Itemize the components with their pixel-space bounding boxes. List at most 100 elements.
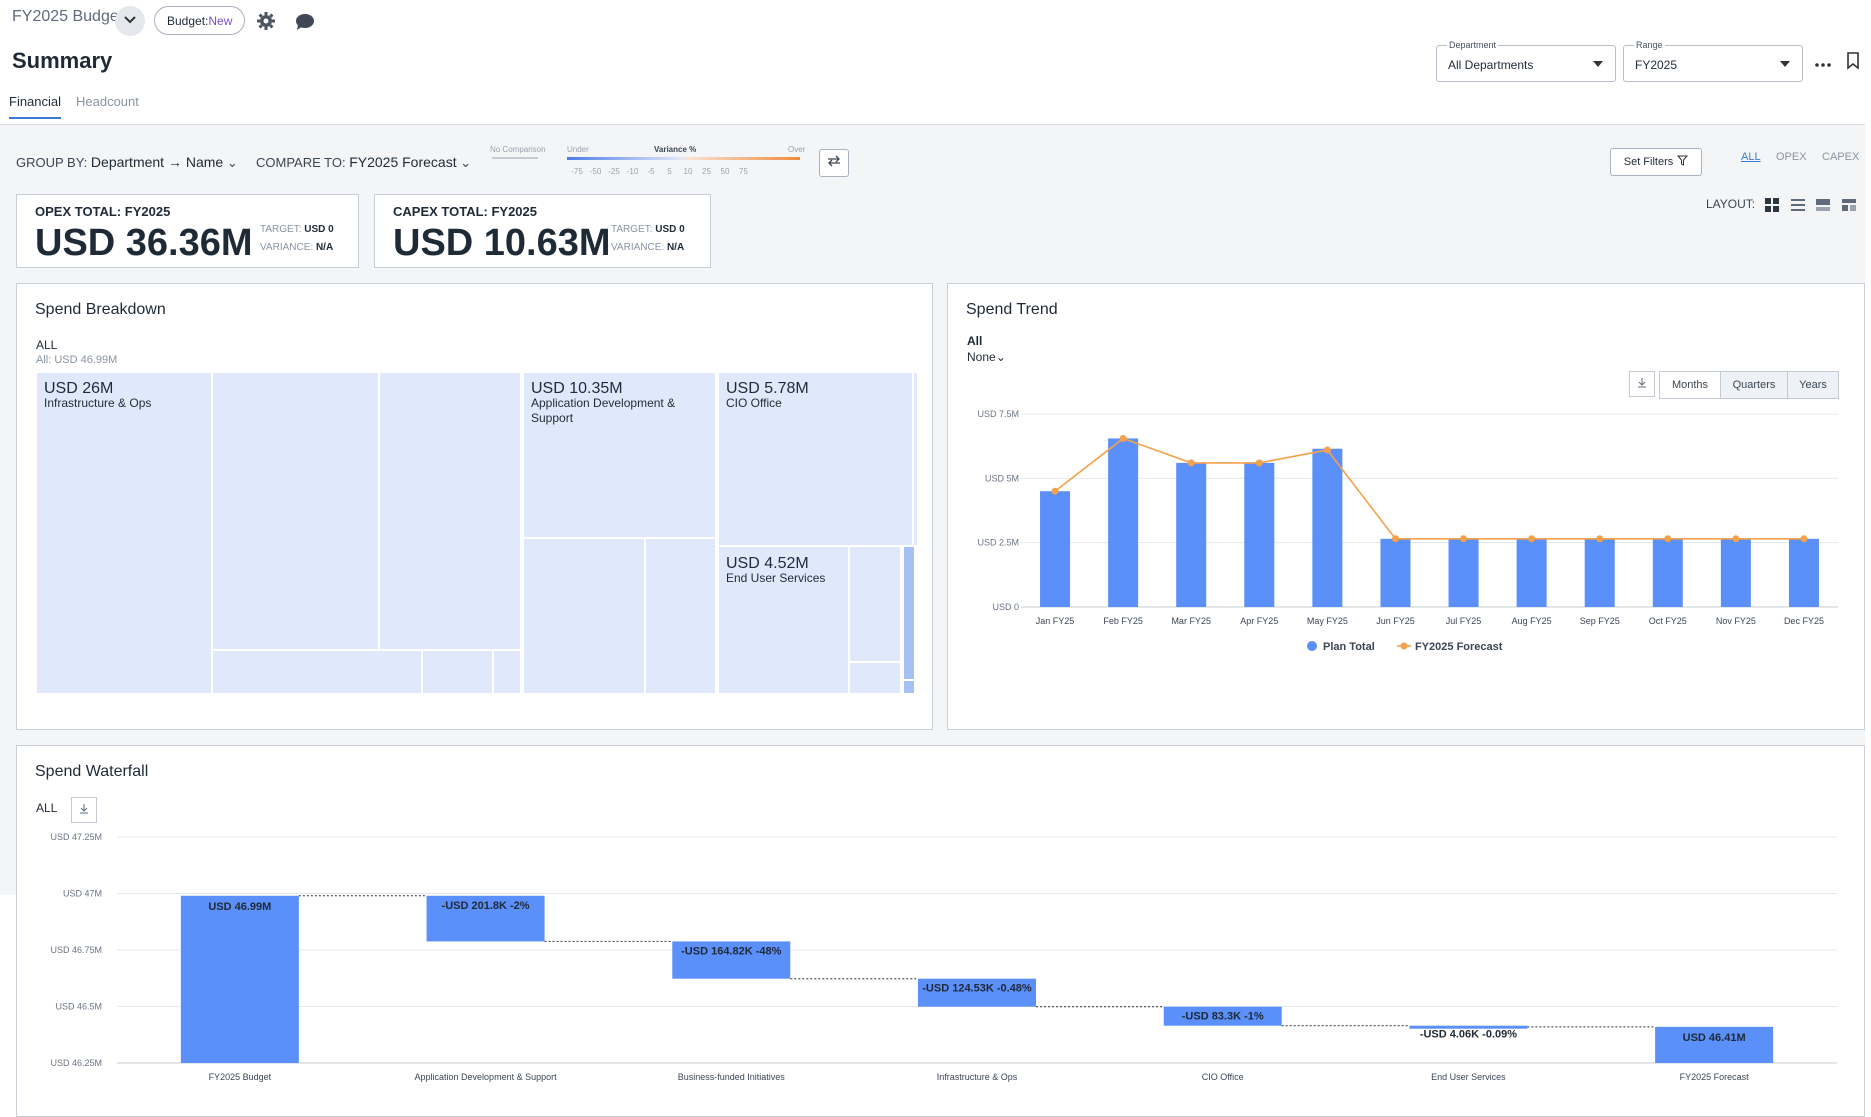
treemap-tile[interactable] — [379, 372, 521, 650]
x-tick-label: Dec FY25 — [1784, 616, 1824, 626]
spend-waterfall-panel: Spend Waterfall ALL USD 46.25M USD 46.5M U… — [16, 745, 1865, 1117]
forecast-point — [1596, 535, 1604, 543]
x-tick-label: Aug FY25 — [1512, 616, 1552, 626]
kpi-target: TARGET: USD 0 — [260, 224, 334, 235]
y-tick-label: USD 47.25M — [50, 832, 102, 842]
page-title: Summary — [12, 48, 113, 73]
layout-grid-icon[interactable] — [1765, 198, 1779, 217]
over-label: Over — [788, 145, 806, 154]
layout-stacked-icon[interactable] — [1816, 199, 1830, 217]
scope-capex[interactable]: CAPEX — [1822, 151, 1859, 163]
bookmark-icon[interactable] — [1846, 52, 1860, 75]
department-label: Department — [1447, 40, 1499, 50]
treemap-tile[interactable] — [212, 650, 422, 694]
group-by-control[interactable]: GROUP BY: Department → Name ⌄ — [16, 154, 238, 171]
kpi-variance: VARIANCE: N/A — [611, 242, 685, 253]
trend-bar — [1516, 538, 1547, 607]
x-tick-label: Infrastructure & Ops — [937, 1072, 1018, 1082]
x-tick-label: FY2025 Budget — [209, 1072, 272, 1082]
department-select[interactable]: Department All Departments — [1436, 40, 1616, 82]
treemap-tile[interactable] — [849, 546, 901, 662]
x-tick-label: Mar FY25 — [1171, 616, 1211, 626]
variance-title: Variance % — [654, 145, 696, 154]
treemap-tile[interactable] — [493, 650, 521, 694]
treemap-tile[interactable] — [903, 680, 915, 694]
variance-tick: 10 — [684, 167, 693, 176]
trend-bar — [1176, 462, 1207, 607]
forecast-point — [1732, 535, 1740, 543]
trend-bar — [1244, 462, 1275, 607]
tab-financial[interactable]: Financial — [9, 94, 62, 119]
scope-all[interactable]: ALL — [1741, 151, 1761, 163]
group-by-value: Department → Name — [90, 154, 224, 170]
more-icon[interactable] — [1815, 55, 1831, 73]
legend-plan-label: Plan Total — [1323, 641, 1375, 653]
breadcrumb[interactable]: ALL — [36, 338, 57, 352]
set-filters-button[interactable]: Set Filters — [1610, 148, 1702, 176]
swap-button[interactable] — [819, 149, 849, 177]
scope-opex[interactable]: OPEX — [1776, 151, 1807, 163]
variance-legend: No Comparison Under Variance % Over -75-… — [490, 144, 810, 184]
waterfall-bar — [180, 895, 299, 1063]
treemap-tile[interactable] — [849, 662, 901, 694]
x-tick-label: May FY25 — [1307, 616, 1348, 626]
kpi-title: CAPEX TOTAL: FY2025 — [393, 204, 537, 219]
budget-name: FY2025 Budget — [12, 8, 124, 25]
waterfall-bar-label: USD 46.41M — [1683, 1032, 1746, 1044]
treemap-tile-infra[interactable] — [36, 372, 212, 694]
treemap-tile[interactable] — [903, 546, 915, 680]
spend-trend-panel: Spend Trend All None⌄ Months Quarters Ye… — [947, 283, 1865, 730]
chevron-down-icon: ⌄ — [460, 155, 472, 170]
forecast-point — [1664, 535, 1672, 543]
forecast-point — [1323, 446, 1331, 454]
badge-status: New — [208, 13, 233, 28]
kpi-title: OPEX TOTAL: FY2025 — [35, 204, 171, 219]
x-tick-label: Jul FY25 — [1446, 616, 1482, 626]
trend-bar — [1584, 538, 1615, 607]
x-tick-label: Jan FY25 — [1036, 616, 1075, 626]
x-tick-label: Nov FY25 — [1716, 616, 1756, 626]
x-tick-label: Business-funded Initiatives — [678, 1072, 786, 1082]
badge-prefix: Budget: — [167, 13, 209, 28]
waterfall-bar-label: -USD 124.53K -0.48% — [922, 983, 1032, 995]
forecast-point — [1391, 535, 1399, 543]
under-label: Under — [567, 145, 589, 154]
forecast-point — [1051, 487, 1059, 495]
treemap-tile[interactable] — [645, 538, 716, 694]
x-tick-label: Jun FY25 — [1376, 616, 1415, 626]
waterfall-bar-label: -USD 164.82K -48% — [681, 945, 781, 957]
range-select[interactable]: Range FY2025 — [1623, 40, 1803, 82]
x-tick-label: Oct FY25 — [1649, 616, 1687, 626]
budget-status-badge[interactable]: Budget: New — [154, 6, 246, 35]
compare-to-control[interactable]: COMPARE TO: FY2025 Forecast ⌄ — [256, 154, 471, 171]
y-tick-label: USD 0 — [992, 602, 1019, 612]
kpi-value: USD 10.63M — [393, 222, 611, 264]
forecast-line — [1054, 437, 1804, 540]
opex-total-card: OPEX TOTAL: FY2025 USD 36.36M TARGET: US… — [16, 194, 359, 268]
layout-mixed-icon[interactable] — [1842, 199, 1856, 217]
layout-rows-icon[interactable] — [1791, 199, 1805, 217]
x-tick-label: Apr FY25 — [1240, 616, 1278, 626]
gear-icon[interactable] — [256, 11, 276, 36]
treemap-tile[interactable] — [913, 372, 918, 546]
budget-menu-button[interactable] — [115, 6, 145, 36]
comment-icon[interactable] — [295, 13, 315, 36]
swap-icon — [827, 154, 841, 172]
x-tick-label: Sep FY25 — [1580, 616, 1620, 626]
treemap-tile[interactable] — [212, 372, 379, 650]
x-tick-label: Application Development & Support — [415, 1072, 558, 1082]
range-value: FY2025 — [1635, 58, 1678, 72]
treemap-tile[interactable] — [523, 538, 645, 694]
y-tick-label: USD 47M — [63, 889, 102, 899]
caret-down-icon — [1593, 61, 1603, 67]
variance-tick: -5 — [647, 167, 655, 176]
breakdown-total: All: USD 46.99M — [36, 354, 118, 366]
tab-headcount[interactable]: Headcount — [76, 94, 139, 109]
waterfall-bar-label: USD 46.99M — [208, 901, 271, 913]
x-tick-label: CIO Office — [1202, 1072, 1244, 1082]
variance-tick: -50 — [590, 167, 602, 176]
forecast-point — [1187, 459, 1195, 467]
trend-bar — [1040, 491, 1071, 607]
treemap-tile[interactable] — [422, 650, 493, 694]
layout-label: LAYOUT: — [1706, 197, 1756, 211]
